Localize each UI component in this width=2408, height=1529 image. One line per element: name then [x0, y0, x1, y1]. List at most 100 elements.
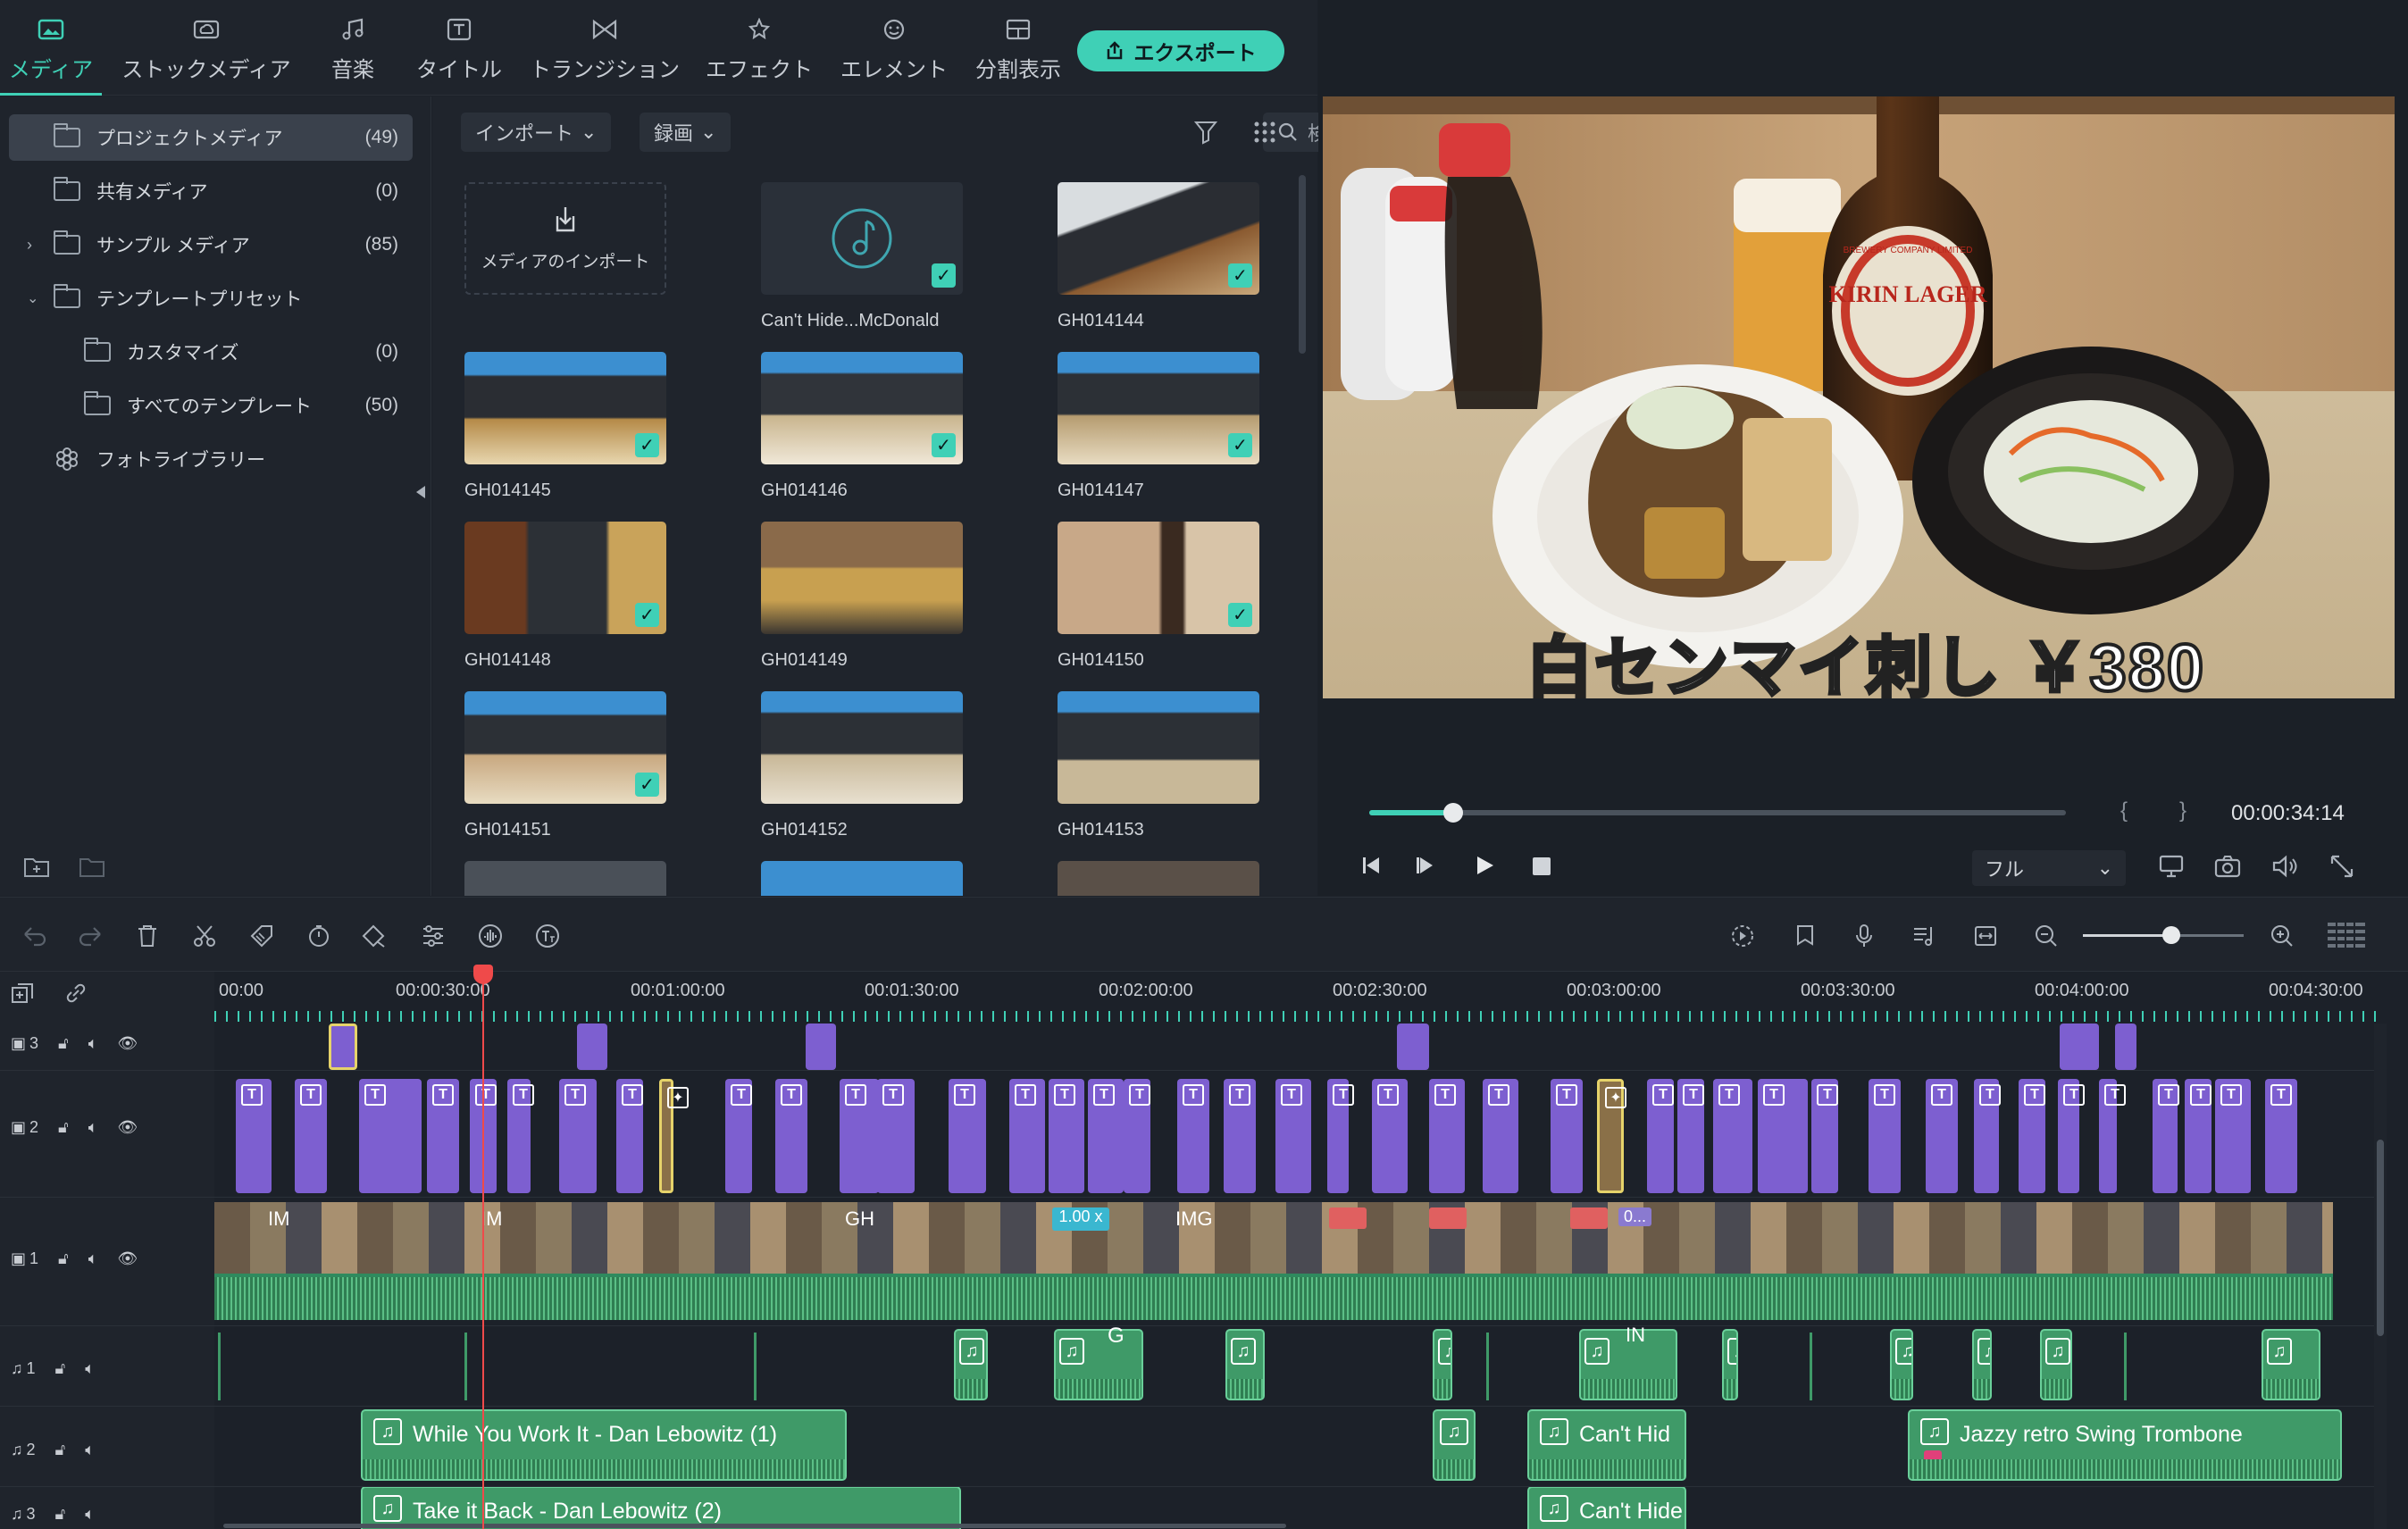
- title-clip[interactable]: T: [2265, 1079, 2297, 1193]
- audio-clip[interactable]: ♫ While You Work It - Dan Lebowitz (1): [361, 1409, 847, 1481]
- title-clip[interactable]: T: [427, 1079, 459, 1193]
- speaker-icon[interactable]: 🔈︎: [88, 1034, 98, 1053]
- speed-icon[interactable]: [304, 921, 334, 951]
- speaker-icon[interactable]: 🔈︎: [88, 1118, 98, 1137]
- title-clip[interactable]: T: [1677, 1079, 1704, 1193]
- effect-badge[interactable]: [1329, 1207, 1367, 1229]
- playback-scrubber[interactable]: [1369, 803, 2066, 823]
- title-clip[interactable]: T: [2153, 1079, 2179, 1193]
- audio-clip[interactable]: ♫: [1054, 1329, 1143, 1400]
- tab-effect[interactable]: エフェクト: [706, 0, 813, 96]
- title-clip[interactable]: [329, 1024, 357, 1070]
- sidebar-item-sample-media[interactable]: › サンプル メディア (85): [9, 221, 413, 268]
- title-clip[interactable]: T: [1551, 1079, 1583, 1193]
- title-clip[interactable]: T: [775, 1079, 807, 1193]
- display-icon[interactable]: [2158, 854, 2185, 879]
- zoom-slider[interactable]: [2083, 926, 2244, 944]
- tab-element[interactable]: エレメント: [840, 0, 949, 96]
- play-icon[interactable]: [1472, 854, 1499, 877]
- cut-icon[interactable]: [189, 921, 220, 951]
- audio-clip[interactable]: ♫ Take it Back - Dan Lebowitz (2): [361, 1486, 961, 1529]
- audio-clip[interactable]: ♫: [2262, 1329, 2320, 1400]
- zoom-out-icon[interactable]: [2031, 921, 2061, 951]
- speaker-icon[interactable]: 🔈︎: [85, 1441, 95, 1459]
- title-clip[interactable]: T: [1429, 1079, 1465, 1193]
- audio-stretch-icon[interactable]: [475, 921, 506, 951]
- title-clip[interactable]: T: [949, 1079, 986, 1193]
- microphone-icon[interactable]: [1849, 921, 1879, 951]
- tag-icon[interactable]: [247, 921, 277, 951]
- title-clip[interactable]: T: [1713, 1079, 1752, 1193]
- lock-icon[interactable]: 🔓︎: [58, 1118, 69, 1137]
- link-icon[interactable]: [64, 982, 88, 1004]
- title-clip[interactable]: T: [877, 1079, 915, 1193]
- import-media-tile[interactable]: メディアのインポート: [464, 182, 666, 295]
- media-thumb[interactable]: ✓: [464, 522, 666, 634]
- title-clip[interactable]: T: [1224, 1079, 1256, 1193]
- title-clip[interactable]: T: [725, 1079, 752, 1193]
- title-clip[interactable]: [2115, 1024, 2136, 1070]
- media-scrollbar[interactable]: [1299, 175, 1306, 354]
- lock-icon[interactable]: 🔓︎: [55, 1359, 66, 1378]
- import-dropdown[interactable]: インポート ⌄: [461, 113, 612, 152]
- media-thumb[interactable]: ✓: [1058, 522, 1259, 634]
- lock-icon[interactable]: 🔓︎: [58, 1249, 69, 1268]
- media-thumb[interactable]: [1058, 691, 1259, 804]
- tab-title[interactable]: タイトル: [413, 0, 506, 96]
- title-clip[interactable]: [806, 1024, 836, 1070]
- media-thumb-audio[interactable]: ✓: [761, 182, 963, 295]
- audio-clip[interactable]: ♫ Jazzy retro Swing Trombone: [1908, 1409, 2342, 1481]
- folder-icon[interactable]: [79, 856, 105, 879]
- grid-view-icon[interactable]: [1252, 120, 1277, 145]
- lock-icon[interactable]: 🔓︎: [55, 1505, 66, 1524]
- title-clip[interactable]: T: [1009, 1079, 1045, 1193]
- render-icon[interactable]: [1727, 921, 1758, 951]
- title-clip[interactable]: T: [507, 1079, 534, 1193]
- lock-icon[interactable]: 🔓︎: [55, 1441, 66, 1459]
- sidebar-item-shared-media[interactable]: (0) 共有メディア: [9, 168, 413, 214]
- title-clip[interactable]: T: [2058, 1079, 2085, 1193]
- title-clip[interactable]: T: [1926, 1079, 1958, 1193]
- title-clip[interactable]: T: [1869, 1079, 1901, 1193]
- speaker-icon[interactable]: 🔈︎: [85, 1359, 95, 1378]
- audio-clip[interactable]: ♫: [1225, 1329, 1265, 1400]
- tab-stock-media[interactable]: ストックメディア: [120, 0, 293, 96]
- media-thumb[interactable]: [761, 691, 963, 804]
- new-folder-icon[interactable]: [23, 856, 50, 879]
- quality-dropdown[interactable]: フル ⌄: [1972, 850, 2126, 886]
- sidebar-item-template-presets[interactable]: ⌄ テンプレートプリセット: [9, 275, 413, 322]
- audio-clip[interactable]: ♫ Can't Hide: [1527, 1486, 1686, 1529]
- title-clip[interactable]: T: [295, 1079, 327, 1193]
- tab-media[interactable]: メディア: [0, 0, 102, 96]
- zoom-slider-handle[interactable]: [2162, 926, 2180, 944]
- chevron-down-icon[interactable]: ⌄: [27, 289, 54, 307]
- title-clip[interactable]: T: [1124, 1079, 1150, 1193]
- clip-label[interactable]: IN: [1626, 1324, 1645, 1347]
- scrollbar-thumb[interactable]: [2377, 1140, 2384, 1336]
- speech-to-text-icon[interactable]: [532, 921, 563, 951]
- sidebar-item-all-templates[interactable]: すべてのテンプレート (50): [9, 382, 413, 429]
- title-clip[interactable]: T: [2185, 1079, 2212, 1193]
- mark-out-icon[interactable]: }: [2179, 798, 2186, 823]
- media-thumb[interactable]: [761, 861, 963, 896]
- record-dropdown[interactable]: 録画 ⌄: [640, 113, 732, 152]
- effect-badge[interactable]: [1570, 1207, 1608, 1229]
- fullscreen-icon[interactable]: [2329, 854, 2354, 879]
- title-clip[interactable]: T: [2099, 1079, 2126, 1193]
- undo-icon[interactable]: [20, 921, 50, 951]
- title-clip[interactable]: ✦: [659, 1079, 689, 1193]
- speaker-icon[interactable]: 🔈︎: [88, 1249, 98, 1268]
- volume-icon[interactable]: [2270, 854, 2299, 879]
- audio-clip[interactable]: ♫: [1972, 1329, 1992, 1400]
- zoom-in-icon[interactable]: [2267, 921, 2297, 951]
- media-thumb[interactable]: ✓: [464, 691, 666, 804]
- title-clip[interactable]: T: [840, 1079, 879, 1193]
- title-clip[interactable]: T: [2019, 1079, 2045, 1193]
- track-layout-icon[interactable]: [2326, 921, 2367, 951]
- speed-badge[interactable]: 1.00 x: [1052, 1207, 1109, 1231]
- chevron-right-icon[interactable]: ›: [27, 236, 54, 255]
- delete-icon[interactable]: [132, 921, 163, 951]
- audio-clip[interactable]: ♫: [1722, 1329, 1738, 1400]
- clip-label[interactable]: IMG: [1175, 1207, 1213, 1231]
- audio-clip[interactable]: ♫: [1433, 1329, 1452, 1400]
